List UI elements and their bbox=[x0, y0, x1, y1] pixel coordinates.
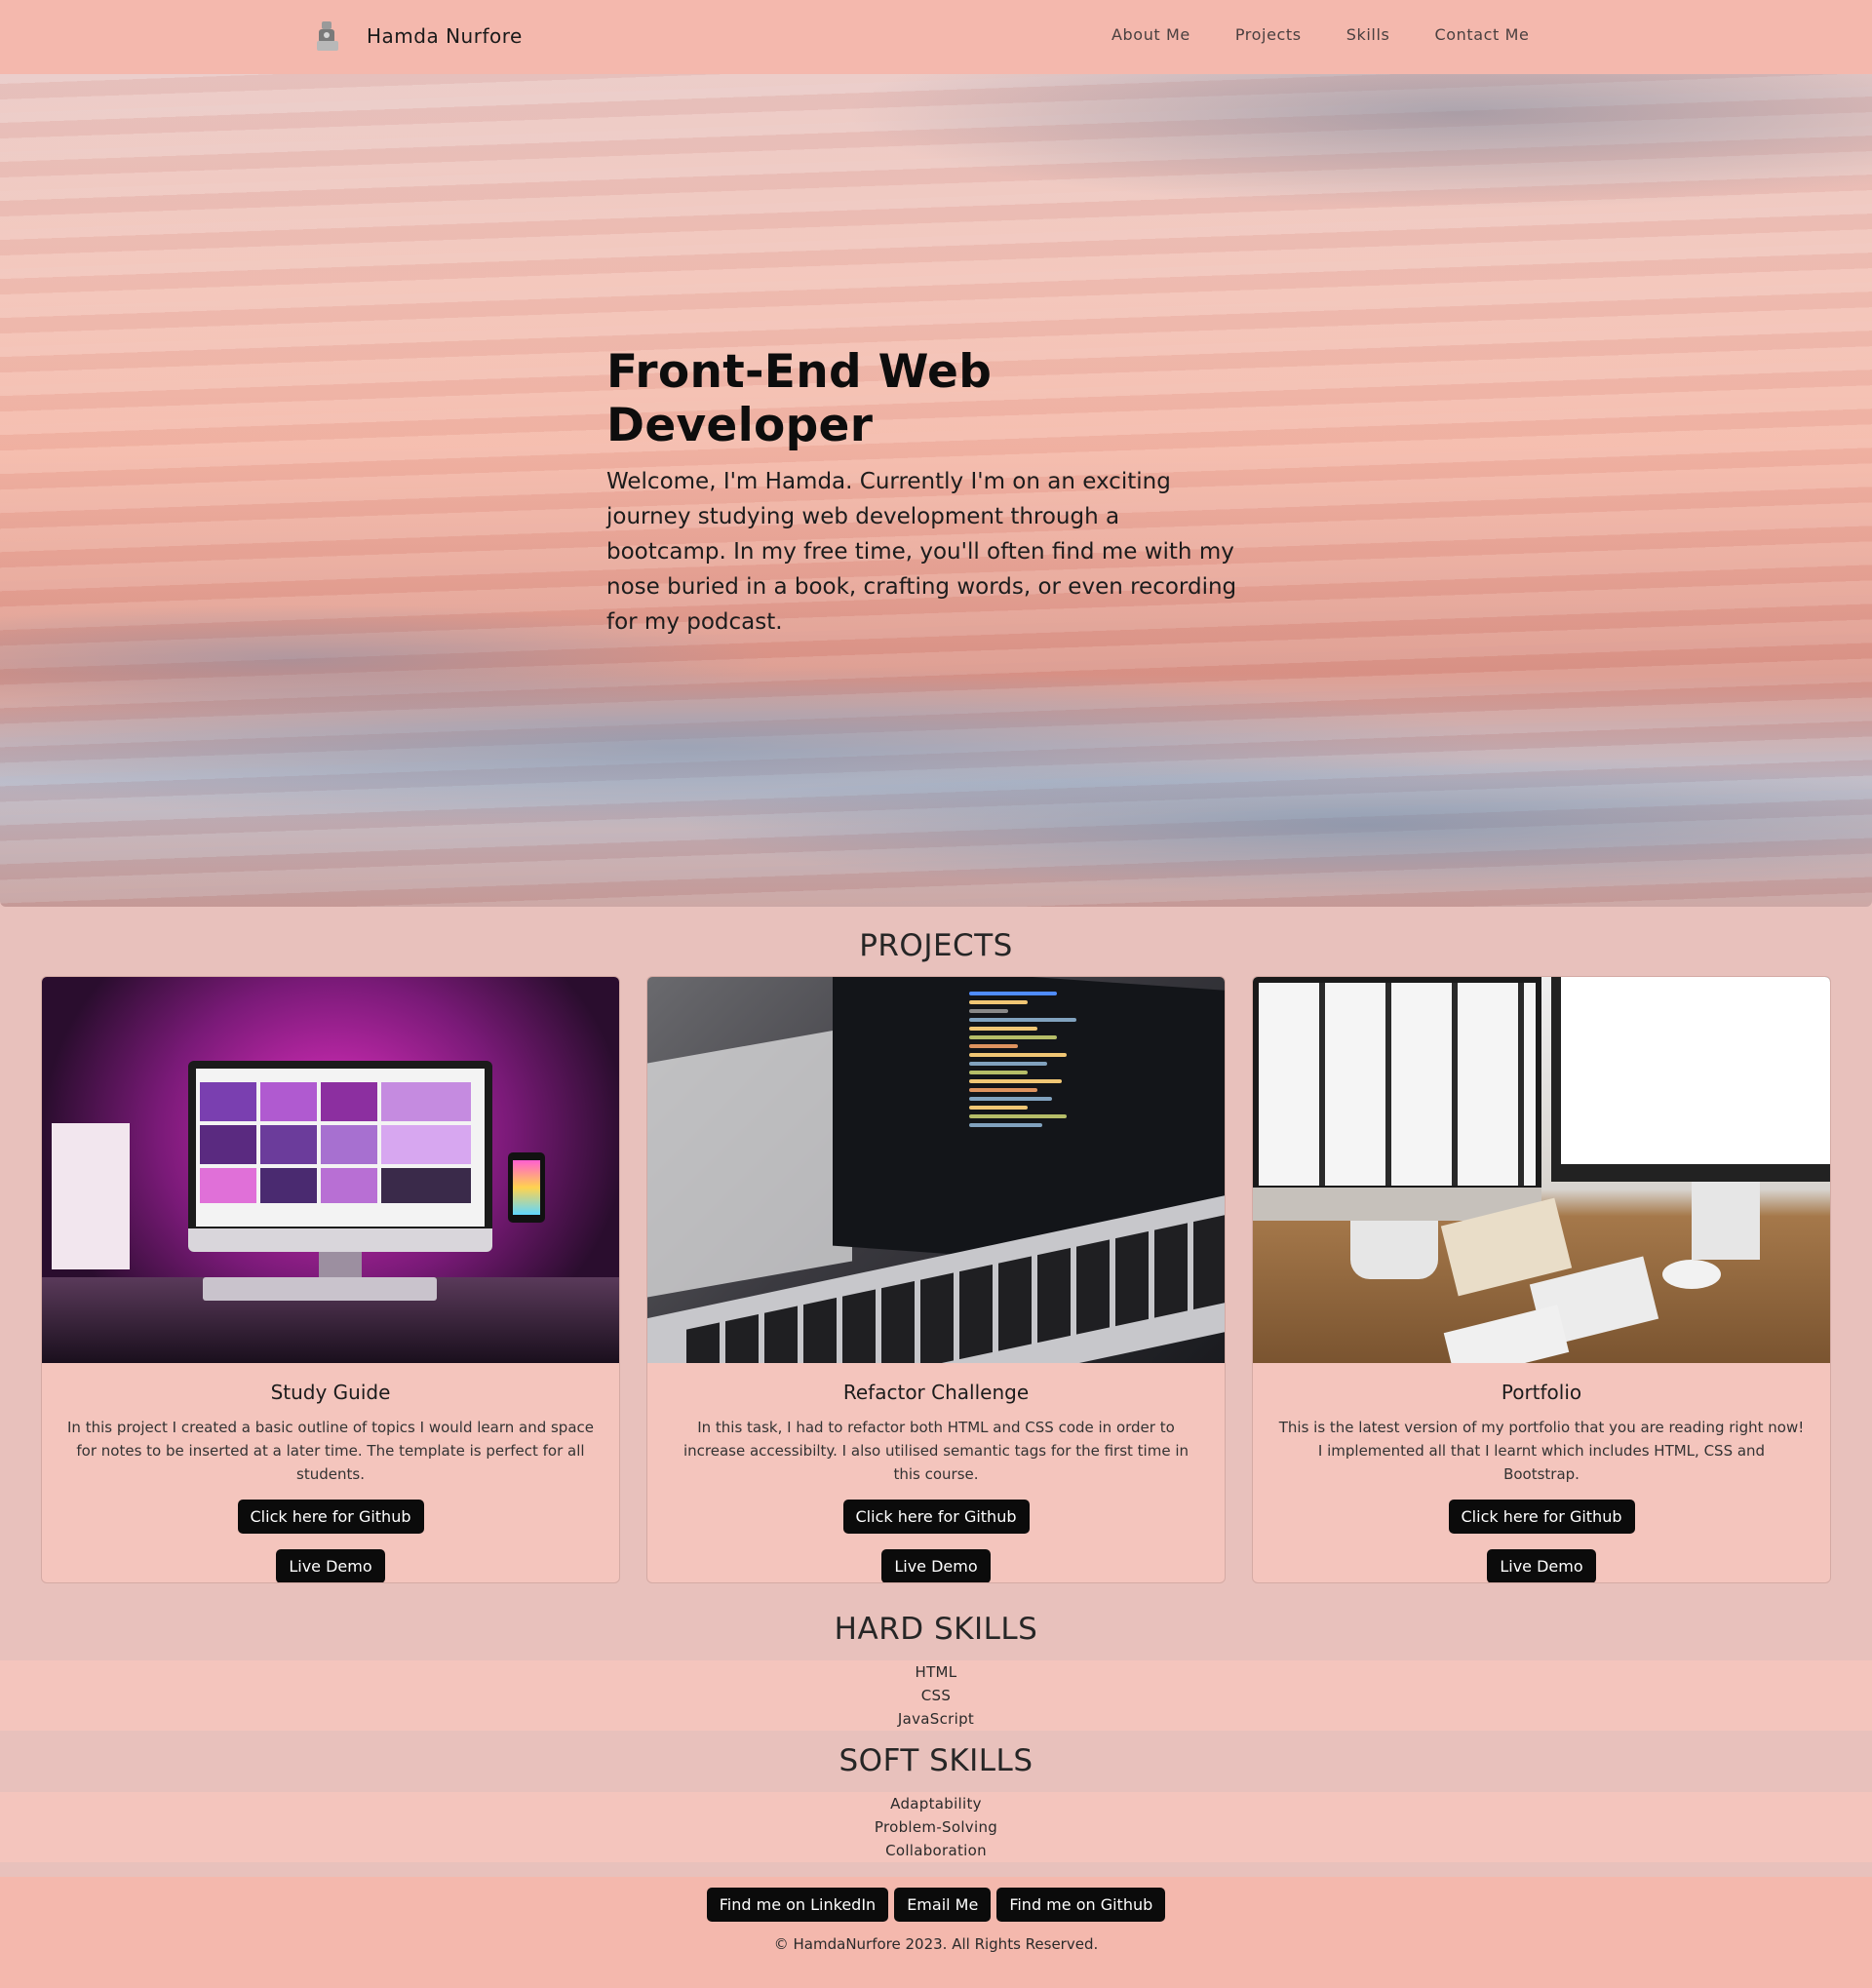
card-text: In this task, I had to refactor both HTM… bbox=[682, 1419, 1190, 1483]
github-button[interactable]: Click here for Github bbox=[237, 1500, 424, 1534]
project-cards: Study Guide In this project I created a … bbox=[41, 976, 1831, 1583]
projects-title: PROJECTS bbox=[859, 928, 1013, 963]
project-card-portfolio: Portfolio This is the latest version of … bbox=[1252, 976, 1831, 1583]
skill-item: Adaptability bbox=[890, 1795, 982, 1813]
refactor-challenge-image bbox=[647, 977, 1225, 1363]
email-button[interactable]: Email Me bbox=[894, 1888, 992, 1922]
soft-skills-list: Adaptability Problem-Solving Collaborati… bbox=[0, 1792, 1872, 1862]
github-button[interactable]: Click here for Github bbox=[842, 1500, 1030, 1534]
soft-skills-title: SOFT SKILLS bbox=[838, 1743, 1034, 1778]
skill-item: Collaboration bbox=[885, 1842, 987, 1859]
nav-link-contact-me[interactable]: Contact Me bbox=[1434, 25, 1529, 44]
nav-link-about-me[interactable]: About Me bbox=[1112, 25, 1190, 44]
card-title: Study Guide bbox=[270, 1381, 391, 1404]
brand-name: Hamda Nurfore bbox=[367, 24, 523, 48]
brand-logo-icon bbox=[317, 21, 338, 51]
portfolio-image bbox=[1253, 977, 1830, 1363]
skill-item: Problem-Solving bbox=[874, 1818, 998, 1836]
card-text: In this project I created a basic outlin… bbox=[67, 1419, 594, 1483]
hero-banner: Front-End Web Developer Welcome, I'm Ham… bbox=[0, 74, 1872, 907]
card-text: This is the latest version of my portfol… bbox=[1278, 1419, 1805, 1483]
linkedin-button[interactable]: Find me on LinkedIn bbox=[706, 1888, 889, 1922]
hero-title: Front-End Web Developer bbox=[606, 345, 993, 452]
card-title: Portfolio bbox=[1501, 1381, 1582, 1404]
copyright-text: © HamdaNurfore 2023. All Rights Reserved… bbox=[773, 1935, 1099, 1953]
live-demo-button[interactable]: Live Demo bbox=[276, 1549, 385, 1582]
project-card-study-guide: Study Guide In this project I created a … bbox=[41, 976, 620, 1583]
skill-item: JavaScript bbox=[897, 1710, 975, 1728]
live-demo-button[interactable]: Live Demo bbox=[1487, 1549, 1596, 1582]
brand[interactable]: Hamda Nurfore bbox=[314, 19, 523, 53]
nav-link-skills[interactable]: Skills bbox=[1346, 25, 1390, 44]
github-button[interactable]: Click here for Github bbox=[1448, 1500, 1635, 1534]
live-demo-button[interactable]: Live Demo bbox=[881, 1549, 991, 1582]
hero-content: Front-End Web Developer Welcome, I'm Ham… bbox=[606, 345, 1240, 640]
card-title: Refactor Challenge bbox=[842, 1381, 1030, 1404]
study-guide-image bbox=[42, 977, 619, 1363]
hard-skills-title: HARD SKILLS bbox=[834, 1612, 1038, 1647]
github-profile-button[interactable]: Find me on Github bbox=[996, 1888, 1166, 1922]
nav-link-projects[interactable]: Projects bbox=[1235, 25, 1302, 44]
footer: Find me on LinkedIn Email Me Find me on … bbox=[0, 1877, 1872, 1988]
hero-intro-text: Welcome, I'm Hamda. Currently I'm on an … bbox=[606, 469, 1237, 635]
nav-links: About Me Projects Skills Contact Me bbox=[1112, 25, 1529, 44]
skill-item: HTML bbox=[915, 1663, 957, 1681]
project-card-refactor-challenge: Refactor Challenge In this task, I had t… bbox=[646, 976, 1226, 1583]
hard-skills-list: HTML CSS JavaScript bbox=[0, 1660, 1872, 1731]
navbar: Hamda Nurfore About Me Projects Skills C… bbox=[0, 0, 1872, 74]
footer-links: Find me on LinkedIn Email Me Find me on … bbox=[0, 1888, 1872, 1922]
skill-item: CSS bbox=[920, 1687, 952, 1704]
